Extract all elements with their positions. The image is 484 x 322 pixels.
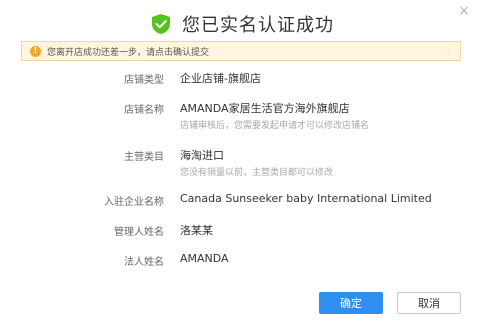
field-label: 主营类目 [124,152,164,163]
field-value: 海淘进口 [180,149,224,162]
field-label: 入驻企业名称 [104,197,164,208]
field-value: AMANDA家居生活官方海外旗舰店 [180,102,350,115]
dialog-title: 您已实名认证成功 [182,15,334,36]
notice-banner: ! 您离开店成功还差一步，请点击确认提交 [21,41,461,61]
field-label: 店铺类型 [124,75,164,86]
notice-text: 您离开店成功还差一步，请点击确认提交 [47,47,210,58]
confirm-button[interactable]: 确定 [319,292,383,314]
field-hint: 您没有销量以前，主营类目都可以修改 [180,168,334,178]
dialog-header: 您已实名认证成功 [0,11,484,37]
field-value: Canada Sunseeker baby International Limi… [180,192,432,205]
field-value: 企业店铺-旗舰店 [180,72,261,85]
cancel-button[interactable]: 取消 [397,292,461,314]
check-shield-icon [152,14,170,34]
exclamation-circle-icon: ! [30,45,41,57]
field-label: 管理人姓名 [114,227,164,238]
field-label: 店铺名称 [124,105,164,116]
field-label: 法人姓名 [124,257,164,268]
field-value: AMANDA [180,252,229,265]
field-hint: 店铺审核后，您需要发起申请才可以修改店铺名 [180,121,370,131]
field-value: 洛某某 [180,224,213,237]
